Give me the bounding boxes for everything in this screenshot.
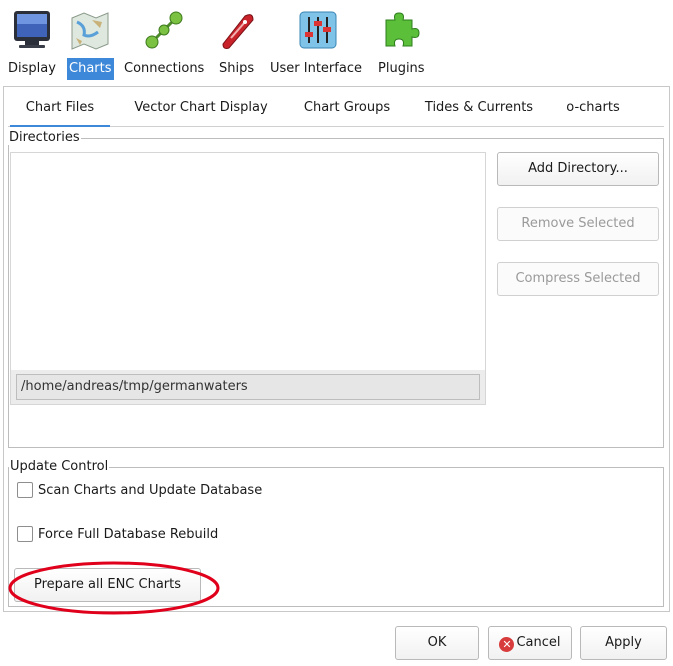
add-directory-button[interactable]: Add Directory... xyxy=(497,152,659,186)
tab-chart-groups[interactable]: Chart Groups xyxy=(293,91,401,126)
toolbar-item-user-interface[interactable]: User Interface xyxy=(268,58,364,80)
tab-chart-files[interactable]: Chart Files xyxy=(10,91,110,127)
directories-title: Directories xyxy=(8,130,81,145)
toolbar-item-charts[interactable]: Charts xyxy=(67,58,114,80)
tab-vector-chart-display[interactable]: Vector Chart Display xyxy=(124,91,278,126)
cancel-label: Cancel xyxy=(516,635,561,650)
connections-icon[interactable] xyxy=(142,8,186,52)
ship-icon[interactable] xyxy=(215,8,259,52)
toolbar-item-display[interactable]: Display xyxy=(6,58,58,80)
tab-bar: Chart Files Vector Chart Display Chart G… xyxy=(8,91,664,127)
update-control-title: Update Control xyxy=(9,459,110,474)
scan-charts-label[interactable]: Scan Charts and Update Database xyxy=(38,481,262,501)
apply-button[interactable]: Apply xyxy=(580,626,667,660)
prepare-enc-charts-button[interactable]: Prepare all ENC Charts xyxy=(14,568,201,602)
tab-o-charts[interactable]: o-charts xyxy=(559,91,627,126)
chart-map-icon[interactable] xyxy=(68,8,112,52)
toolbar-item-connections[interactable]: Connections xyxy=(122,58,206,80)
scan-charts-checkbox[interactable] xyxy=(17,482,33,498)
tab-tides-currents[interactable]: Tides & Currents xyxy=(415,91,543,126)
ok-button[interactable]: OK xyxy=(395,626,479,660)
toolbar-item-ships[interactable]: Ships xyxy=(217,58,256,80)
cancel-icon: ✕ xyxy=(499,637,515,652)
remove-selected-button[interactable]: Remove Selected xyxy=(497,207,659,241)
directory-list[interactable]: /home/andreas/tmp/germanwaters xyxy=(10,152,486,405)
directory-item[interactable]: /home/andreas/tmp/germanwaters xyxy=(16,374,480,400)
cancel-button[interactable]: ✕ Cancel xyxy=(488,626,572,660)
toolbar-item-plugins[interactable]: Plugins xyxy=(376,58,427,80)
force-rebuild-checkbox[interactable] xyxy=(17,526,33,542)
force-rebuild-label[interactable]: Force Full Database Rebuild xyxy=(38,525,218,545)
directory-list-footer: /home/andreas/tmp/germanwaters xyxy=(11,370,485,404)
category-toolbar: Display Charts Connections Ships User In… xyxy=(0,0,673,84)
puzzle-icon[interactable] xyxy=(378,8,422,52)
compress-selected-button[interactable]: Compress Selected xyxy=(497,262,659,296)
sliders-icon[interactable] xyxy=(296,8,340,52)
monitor-icon[interactable] xyxy=(10,8,54,52)
